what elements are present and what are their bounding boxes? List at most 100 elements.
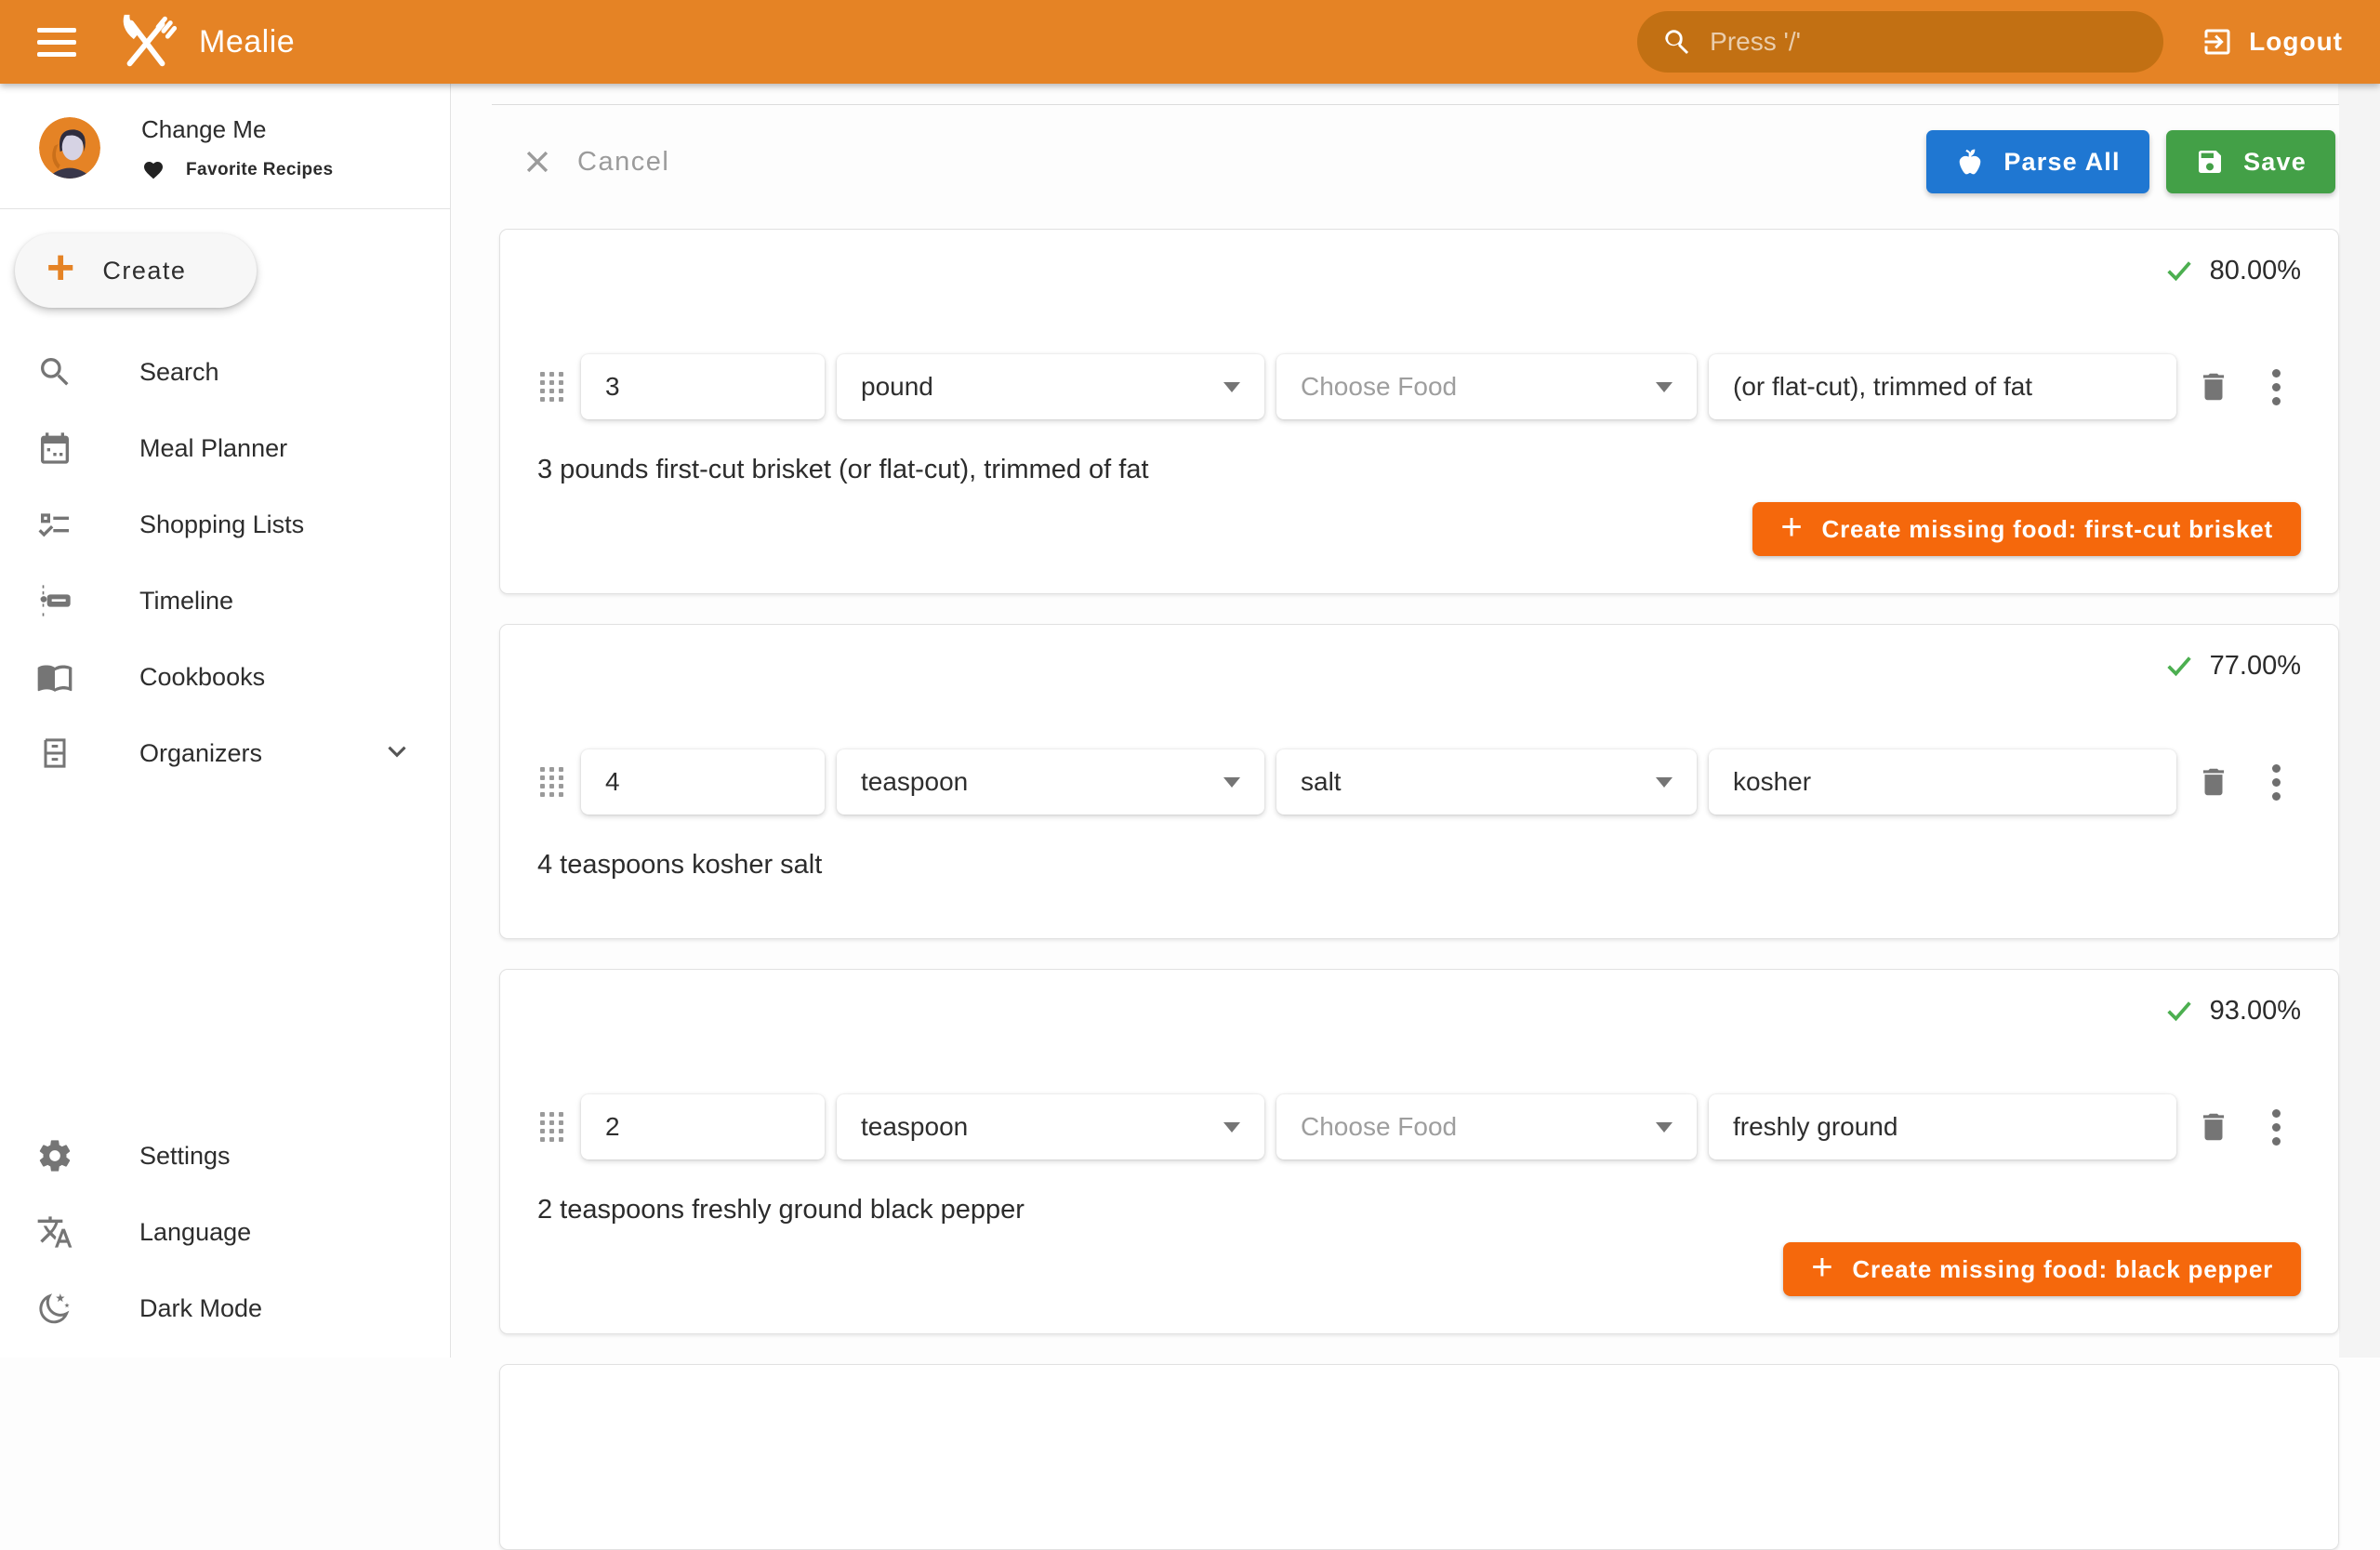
check-icon <box>2163 995 2195 1027</box>
sidebar-item-dark-mode[interactable]: Dark Mode <box>0 1270 450 1346</box>
more-options-button[interactable] <box>2251 1102 2301 1152</box>
plus-icon: + <box>1780 509 1803 546</box>
logout-label: Logout <box>2249 27 2343 57</box>
note-input[interactable] <box>1709 1094 2176 1159</box>
dropdown-arrow-icon <box>1656 1122 1673 1133</box>
app-title: Mealie <box>199 24 295 60</box>
confidence-row: 77.00% <box>537 649 2301 682</box>
main-content: Cancel Parse All Save 80.00% <box>452 84 2380 1358</box>
page-gutter <box>2338 84 2380 1358</box>
ingredient-card: 77.00% teaspoon salt <box>499 624 2339 939</box>
unit-select[interactable]: teaspoon <box>837 749 1264 815</box>
delete-button[interactable] <box>2188 757 2239 807</box>
timeline-icon <box>35 581 74 620</box>
cancel-button[interactable]: Cancel <box>522 146 669 178</box>
more-options-button[interactable] <box>2251 362 2301 412</box>
delete-button[interactable] <box>2188 1102 2239 1152</box>
sidebar-item-settings[interactable]: Settings <box>0 1118 450 1194</box>
trash-icon <box>2196 369 2231 404</box>
unit-select[interactable]: pound <box>837 354 1264 419</box>
parser-toolbar: Cancel Parse All Save <box>492 105 2339 219</box>
plus-icon: + <box>1811 1249 1833 1286</box>
quantity-input[interactable] <box>581 749 825 815</box>
drag-handle-icon[interactable] <box>537 762 565 802</box>
confidence-row: 80.00% <box>537 254 2301 287</box>
note-input[interactable] <box>1709 354 2176 419</box>
translate-icon <box>35 1212 74 1252</box>
sidebar-item-meal-planner[interactable]: Meal Planner <box>0 410 450 486</box>
food-select[interactable]: salt <box>1276 749 1697 815</box>
sidebar-item-timeline[interactable]: Timeline <box>0 563 450 639</box>
dropdown-arrow-icon <box>1223 777 1240 788</box>
kebab-icon <box>2272 1109 2281 1146</box>
create-button[interactable]: + Create <box>15 233 257 308</box>
drag-handle-icon[interactable] <box>537 1106 565 1147</box>
sidebar: Change Me Favorite Recipes + Create Sear… <box>0 84 451 1358</box>
drag-handle-icon[interactable] <box>537 366 565 407</box>
confidence-value: 77.00% <box>2210 651 2301 682</box>
save-button[interactable]: Save <box>2166 130 2335 193</box>
sidebar-item-organizers[interactable]: Organizers <box>0 715 450 791</box>
delete-button[interactable] <box>2188 362 2239 412</box>
sidebar-item-language[interactable]: Language <box>0 1194 450 1270</box>
ingredient-card: 80.00% pound Choose Food <box>499 229 2339 594</box>
favorite-recipes-link[interactable]: Favorite Recipes <box>141 159 333 181</box>
search-bar[interactable] <box>1637 11 2163 73</box>
quantity-input[interactable] <box>581 1094 825 1159</box>
parse-all-button[interactable]: Parse All <box>1926 130 2149 193</box>
moon-stars-icon <box>35 1289 74 1328</box>
ingredient-fields: pound Choose Food <box>537 354 2301 419</box>
search-icon <box>1661 26 1693 58</box>
checklist-icon <box>35 505 74 544</box>
app-bar: Mealie Logout <box>0 0 2380 84</box>
note-input[interactable] <box>1709 749 2176 815</box>
apple-icon <box>1955 147 1985 177</box>
ingredient-fields: teaspoon salt <box>537 749 2301 815</box>
dropdown-arrow-icon <box>1656 382 1673 392</box>
check-icon <box>2163 650 2195 682</box>
food-select[interactable]: Choose Food <box>1276 1094 1697 1159</box>
sidebar-item-cookbooks[interactable]: Cookbooks <box>0 639 450 715</box>
kebab-icon <box>2272 369 2281 405</box>
user-name: Change Me <box>141 115 333 144</box>
unit-select[interactable]: teaspoon <box>837 1094 1264 1159</box>
sidebar-item-search[interactable]: Search <box>0 334 450 410</box>
save-icon <box>2195 147 2225 177</box>
mealie-logo-icon <box>113 9 178 74</box>
check-icon <box>2163 255 2195 286</box>
create-missing-food-button[interactable]: + Create missing food: black pepper <box>1783 1242 2301 1296</box>
dropdown-arrow-icon <box>1223 382 1240 392</box>
calendar-icon <box>35 429 74 468</box>
plus-icon: + <box>46 244 74 292</box>
user-block[interactable]: Change Me Favorite Recipes <box>0 84 450 209</box>
food-select[interactable]: Choose Food <box>1276 354 1697 419</box>
sidebar-bottom-nav: Settings Language Dark Mode <box>0 1118 450 1346</box>
create-missing-food-button[interactable]: + Create missing food: first-cut brisket <box>1752 502 2301 556</box>
original-ingredient-text: 3 pounds first-cut brisket (or flat-cut)… <box>537 455 2301 485</box>
more-options-button[interactable] <box>2251 757 2301 807</box>
dropdown-arrow-icon <box>1223 1122 1240 1133</box>
heart-icon <box>141 159 165 181</box>
search-input[interactable] <box>1710 27 2139 57</box>
dropdown-arrow-icon <box>1656 777 1673 788</box>
ingredient-list: 80.00% pound Choose Food <box>492 219 2339 1550</box>
ingredient-card: 93.00% teaspoon Choose Food <box>499 969 2339 1334</box>
logout-button[interactable]: Logout <box>2201 25 2343 59</box>
ingredient-card-partial <box>499 1364 2339 1550</box>
close-icon <box>522 146 553 178</box>
menu-icon[interactable] <box>28 12 87 72</box>
sidebar-item-shopping-lists[interactable]: Shopping Lists <box>0 486 450 563</box>
quantity-input[interactable] <box>581 354 825 419</box>
original-ingredient-text: 4 teaspoons kosher salt <box>537 850 2301 881</box>
magnify-icon <box>35 352 74 391</box>
trash-icon <box>2196 764 2231 800</box>
favorite-recipes-label: Favorite Recipes <box>186 160 333 180</box>
avatar <box>39 117 100 179</box>
file-cabinet-icon <box>35 734 74 773</box>
chevron-down-icon <box>381 735 413 772</box>
logout-icon <box>2201 25 2234 59</box>
ingredient-fields: teaspoon Choose Food <box>537 1094 2301 1159</box>
confidence-row: 93.00% <box>537 994 2301 1027</box>
book-open-icon <box>35 657 74 696</box>
kebab-icon <box>2272 764 2281 801</box>
